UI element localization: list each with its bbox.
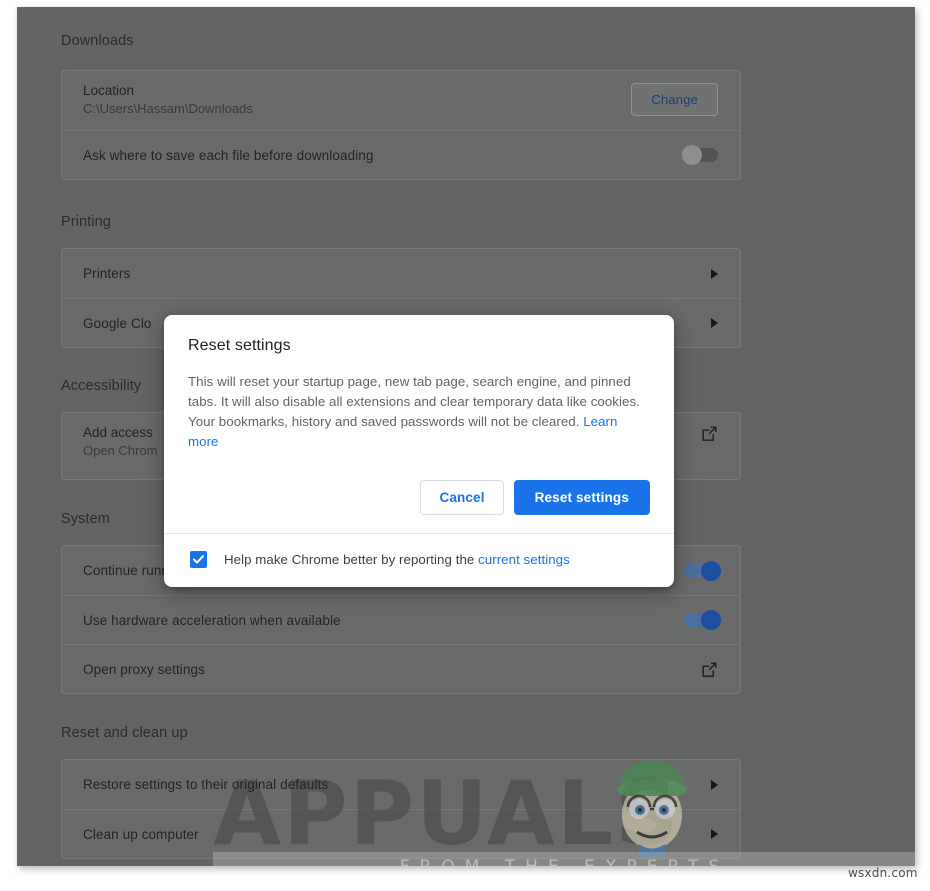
download-location-text: Location C:\Users\Hassam\Downloads	[83, 83, 631, 116]
report-settings-checkbox[interactable]	[190, 551, 207, 568]
dialog-footer: Help make Chrome better by reporting the…	[164, 533, 674, 587]
chevron-right-icon[interactable]	[711, 318, 718, 328]
settings-row-clean-up-computer[interactable]: Clean up computer	[62, 809, 740, 858]
toggle-knob	[701, 610, 721, 630]
external-link-icon[interactable]	[701, 425, 718, 442]
restore-defaults-label: Restore settings to their original defau…	[83, 777, 329, 792]
chrome-settings-page: Downloads Location C:\Users\Hassam\Downl…	[17, 7, 915, 866]
section-heading-system: System	[61, 511, 110, 527]
dialog-title: Reset settings	[188, 337, 291, 354]
external-link-icon[interactable]	[701, 661, 718, 678]
section-heading-reset-and-clean-up: Reset and clean up	[61, 725, 188, 741]
screenshot-canvas: Downloads Location C:\Users\Hassam\Downl…	[0, 0, 930, 891]
change-download-location-button[interactable]: Change	[631, 83, 718, 116]
ask-where-to-save-toggle[interactable]	[682, 145, 718, 165]
cancel-button[interactable]: Cancel	[420, 480, 504, 515]
toggle-knob	[701, 560, 721, 581]
settings-row-restore-defaults[interactable]: Restore settings to their original defau…	[62, 760, 740, 809]
settings-card-downloads: Location C:\Users\Hassam\Downloads Chang…	[61, 70, 741, 180]
chevron-right-icon[interactable]	[711, 779, 718, 790]
dialog-body: Reset settings This will reset your star…	[164, 315, 674, 460]
settings-row-download-location[interactable]: Location C:\Users\Hassam\Downloads Chang…	[62, 71, 740, 130]
clean-up-computer-label: Clean up computer	[83, 826, 199, 842]
settings-row-open-proxy-settings[interactable]: Open proxy settings	[62, 644, 740, 693]
dialog-description-text: This will reset your startup page, new t…	[188, 374, 640, 429]
check-icon	[193, 555, 204, 564]
settings-row-printers[interactable]: Printers	[62, 249, 740, 298]
chevron-right-icon[interactable]	[711, 268, 718, 279]
download-location-value: C:\Users\Hassam\Downloads	[83, 101, 253, 116]
reset-settings-confirm-button[interactable]: Reset settings	[513, 480, 650, 515]
current-settings-link[interactable]: current settings	[478, 552, 570, 567]
ask-where-to-save-label: Ask where to save each file before downl…	[83, 147, 374, 163]
report-settings-label: Help make Chrome better by reporting the…	[224, 552, 570, 567]
hardware-acceleration-toggle[interactable]	[684, 610, 721, 630]
open-proxy-settings-label: Open proxy settings	[83, 661, 205, 677]
settings-card-reset-and-clean-up: Restore settings to their original defau…	[61, 759, 741, 859]
watermark-domain-text: wsxdn.com	[848, 866, 918, 880]
section-heading-downloads: Downloads	[61, 33, 134, 49]
section-heading-printing: Printing	[61, 214, 111, 230]
dialog-actions: Cancel Reset settings	[164, 460, 674, 533]
report-settings-text: Help make Chrome better by reporting the	[224, 552, 479, 567]
background-apps-toggle[interactable]	[684, 560, 721, 581]
toggle-knob	[682, 145, 702, 165]
hardware-acceleration-label: Use hardware acceleration when available	[83, 612, 341, 628]
settings-row-hardware-acceleration[interactable]: Use hardware acceleration when available	[62, 595, 740, 644]
section-heading-accessibility: Accessibility	[61, 378, 142, 394]
reset-settings-dialog: Reset settings This will reset your star…	[164, 315, 674, 587]
download-location-label: Location	[83, 83, 135, 98]
printers-label: Printers	[83, 266, 131, 281]
chevron-right-icon[interactable]	[711, 829, 718, 839]
settings-row-ask-where-to-save[interactable]: Ask where to save each file before downl…	[62, 130, 740, 179]
dialog-description: This will reset your startup page, new t…	[188, 372, 650, 452]
